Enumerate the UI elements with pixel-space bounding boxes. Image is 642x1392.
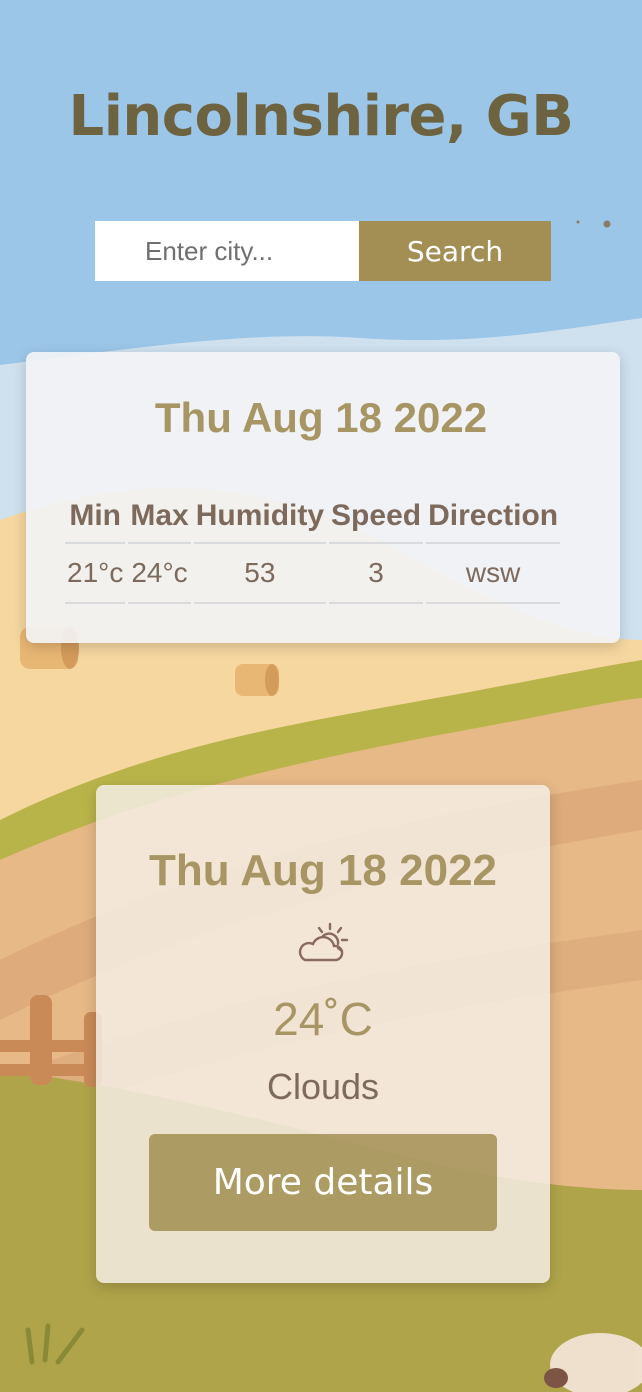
- current-date: Thu Aug 18 2022: [148, 846, 498, 895]
- column-header-min: Min: [65, 490, 126, 544]
- partly-cloudy-icon: [298, 922, 349, 962]
- summary-date: Thu Aug 18 2022: [154, 394, 488, 441]
- city-search-input[interactable]: [95, 221, 359, 281]
- wind-speed-value: 3: [329, 544, 424, 604]
- humidity-value: 53: [193, 544, 327, 604]
- wind-direction-value: wsw: [426, 544, 561, 604]
- column-header-direction: Direction: [426, 490, 561, 544]
- search-bar: Search: [95, 221, 551, 281]
- column-header-speed: Speed: [329, 490, 424, 544]
- table-header-row: Min Max Humidity Speed Direction: [65, 490, 561, 544]
- min-temp-value: 21°c: [65, 544, 126, 604]
- search-button[interactable]: Search: [359, 221, 551, 281]
- current-temperature: 24˚C: [273, 993, 373, 1045]
- weather-condition: Clouds: [266, 1066, 380, 1107]
- max-temp-value: 24°c: [128, 544, 191, 604]
- column-header-humidity: Humidity: [193, 490, 327, 544]
- hay-bale-2: [235, 664, 279, 696]
- weather-details-table: Min Max Humidity Speed Direction 21°c 24…: [62, 490, 563, 604]
- city-title: Lincolnshire, GB: [68, 84, 574, 149]
- table-row: 21°c 24°c 53 3 wsw: [65, 544, 561, 604]
- more-details-button[interactable]: More details: [149, 1134, 497, 1231]
- column-header-max: Max: [128, 490, 191, 544]
